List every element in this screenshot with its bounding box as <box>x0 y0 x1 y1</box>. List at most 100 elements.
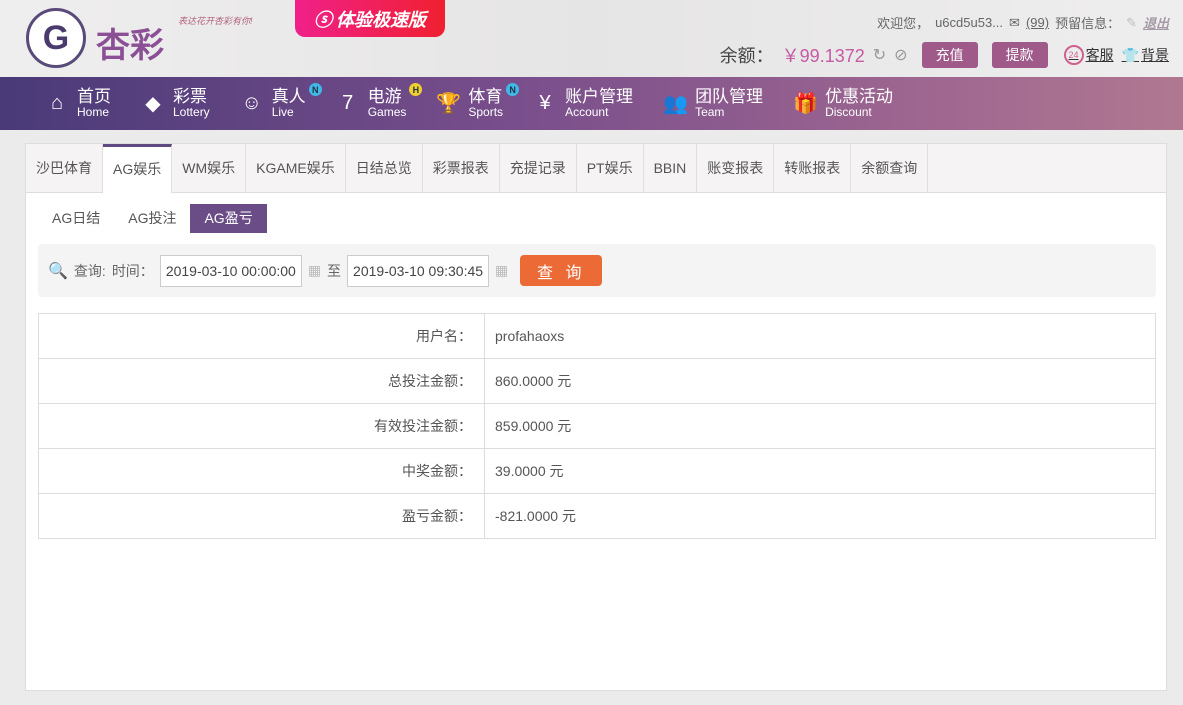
end-time-input[interactable] <box>347 254 490 287</box>
subtab-1[interactable]: AG投注 <box>114 204 190 233</box>
search-icon: 🔍 <box>48 262 68 280</box>
search-bar: 🔍 查询: 时间： ▦ 至 ▦ 查 询 <box>38 244 1156 297</box>
subtab-0[interactable]: AG日结 <box>38 204 114 233</box>
nav-label-cn: 彩票 <box>173 87 207 106</box>
nav-item-account[interactable]: ¥ 账户管理 Account <box>533 77 634 130</box>
table-row: 盈亏金额： -821.0000 元 <box>38 493 1156 539</box>
tab-1[interactable]: AG娱乐 <box>103 144 173 193</box>
row-value: -821.0000 元 <box>484 493 1156 539</box>
nav-label-cn: 首页 <box>77 87 111 106</box>
time-label: 时间： <box>111 262 154 279</box>
headset-24-icon: 24 <box>1063 45 1084 65</box>
tab-4[interactable]: 日结总览 <box>346 144 423 192</box>
nav-label-cn: 电游 <box>367 87 402 106</box>
logout-link[interactable]: 退出 <box>1143 13 1169 32</box>
nav-item-home[interactable]: ⌂ 首页 Home <box>45 77 111 130</box>
nav-label-en: Sports <box>468 105 504 119</box>
row-label: 有效投注金额： <box>38 403 485 449</box>
service-link[interactable]: 24 客服 <box>1063 45 1114 65</box>
tab-10[interactable]: 转账报表 <box>774 144 852 192</box>
lightning-icon: ⓢ <box>314 9 332 30</box>
tab-9[interactable]: 账变报表 <box>697 144 775 192</box>
sub-tabs: AG日结 AG投注 AG盈亏 <box>38 204 267 233</box>
badge: N <box>506 83 520 96</box>
badge: H <box>409 83 423 96</box>
table-row: 总投注金额： 860.0000 元 <box>38 358 1156 404</box>
nav-label-cn: 账户管理 <box>565 87 634 106</box>
query-label: 查询: <box>73 262 106 279</box>
account-icon: ¥ <box>539 92 551 114</box>
nav-label-cn: 真人 <box>271 87 306 106</box>
discount-icon: 🎁 <box>793 93 818 115</box>
tab-8[interactable]: BBIN <box>644 144 698 192</box>
nav-label-cn: 体育 <box>468 87 503 106</box>
calendar-icon[interactable]: ▦ <box>495 262 508 279</box>
deposit-button[interactable]: 充值 <box>921 42 978 68</box>
balance-label: 余额： <box>719 46 774 66</box>
team-icon: 👥 <box>663 93 688 115</box>
tab-2[interactable]: WM娱乐 <box>172 144 247 192</box>
row-label: 用户名： <box>38 313 485 359</box>
lottery-icon: ◆ <box>145 93 161 115</box>
withdraw-button[interactable]: 提款 <box>991 42 1048 68</box>
tab-0[interactable]: 沙巴体育 <box>26 144 103 192</box>
nav-label-en: Lottery <box>173 105 210 119</box>
tab-6[interactable]: 充提记录 <box>500 144 577 192</box>
row-value: 859.0000 元 <box>484 403 1156 449</box>
background-link[interactable]: 👕 背景 <box>1122 45 1169 65</box>
nav-label-en: Live <box>271 105 294 119</box>
header: G 杏彩 表达花开杏彩有你! ⓢ 体验极速版 欢迎您， u6cd5u53... ✉… <box>0 0 1183 77</box>
row-label: 中奖金额： <box>38 448 485 494</box>
edit-icon[interactable]: ✎ <box>1126 15 1137 31</box>
table-row: 用户名： profahaoxs <box>38 313 1156 359</box>
row-value: 860.0000 元 <box>484 358 1156 404</box>
nav-item-games[interactable]: 7 电游 Games H <box>336 77 423 130</box>
refresh-icon[interactable]: ↻ <box>873 45 886 65</box>
logo-icon[interactable]: G <box>26 8 86 68</box>
tab-7[interactable]: PT娱乐 <box>577 144 644 192</box>
nav-label-en: Games <box>367 105 407 119</box>
nav-item-lottery[interactable]: ◆ 彩票 Lottery <box>141 77 210 130</box>
nav-item-team[interactable]: 👥 团队管理 Team <box>663 77 763 130</box>
nav-label-en: Team <box>695 105 725 119</box>
message-count[interactable]: (99) <box>1026 15 1049 30</box>
sports-icon: 🏆 <box>436 93 462 115</box>
tab-11[interactable]: 余额查询 <box>851 144 929 192</box>
row-value: profahaoxs <box>484 313 1156 359</box>
games-icon: 7 <box>342 92 354 114</box>
nav-label-cn: 优惠活动 <box>825 87 894 106</box>
row-value: 39.0000 元 <box>484 448 1156 494</box>
nav-item-sports[interactable]: 🏆 体育 Sports N <box>436 77 520 130</box>
brand-name: 杏彩 <box>96 27 164 65</box>
speed-version-button[interactable]: ⓢ 体验极速版 <box>295 0 445 37</box>
start-time-input[interactable] <box>159 254 302 287</box>
nav-item-discount[interactable]: 🎁 优惠活动 Discount <box>793 77 893 130</box>
tab-3[interactable]: KGAME娱乐 <box>246 144 346 192</box>
mail-icon[interactable]: ✉ <box>1009 15 1020 31</box>
summary-table: 用户名： profahaoxs 总投注金额： 860.0000 元有效投注金额： 859… <box>38 313 1156 539</box>
slogan: 表达花开杏彩有你! <box>178 16 253 26</box>
background-label: 背景 <box>1141 47 1169 63</box>
nav-label-cn: 团队管理 <box>695 87 764 106</box>
nav-label-en: Account <box>565 105 609 119</box>
service-label: 客服 <box>1085 47 1114 63</box>
nav-item-live[interactable]: ☺ 真人 Live N <box>240 77 322 130</box>
shirt-icon: 👕 <box>1121 46 1139 63</box>
badge: N <box>308 83 322 96</box>
home-icon: ⌂ <box>50 92 64 114</box>
calendar-icon[interactable]: ▦ <box>308 262 321 279</box>
to-label: 至 <box>327 262 342 279</box>
username: u6cd5u53... <box>935 15 1004 30</box>
balance-value: ￥99.1372 <box>781 46 865 66</box>
reserved-info-label: 预留信息： <box>1055 16 1121 31</box>
subtab-2[interactable]: AG盈亏 <box>190 204 267 233</box>
query-button[interactable]: 查 询 <box>520 255 603 286</box>
table-row: 中奖金额： 39.0000 元 <box>38 448 1156 494</box>
hide-eye-icon[interactable]: ⊘ <box>894 45 907 65</box>
tab-5[interactable]: 彩票报表 <box>423 144 500 192</box>
speed-label: 体验极速版 <box>336 9 426 30</box>
row-label: 盈亏金额： <box>38 493 485 539</box>
welcome-text: 欢迎您， <box>877 16 930 31</box>
nav-label-en: Home <box>77 105 110 119</box>
main-nav: ⌂ 首页 Home ◆ 彩票 Lottery ☺ 真人 Live N 7 电游 Games H 🏆 体育 Spo… <box>0 77 1183 130</box>
